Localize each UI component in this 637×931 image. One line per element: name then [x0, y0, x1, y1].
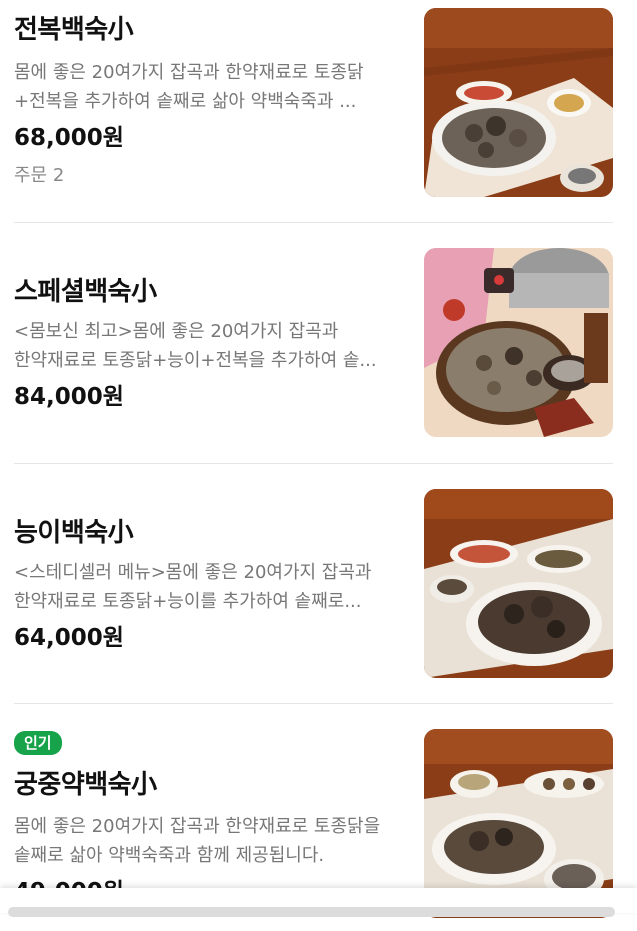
menu-item-abalone-baeksuk[interactable]: 전복백숙小 몸에 좋은 20여가지 잡곡과 한약재료로 토종닭+전복을 추가하여… — [14, 0, 613, 210]
menu-item-name: 궁중약백숙小 — [14, 770, 157, 800]
menu-item-name: 전복백숙小 — [14, 15, 134, 45]
item-divider — [14, 222, 613, 223]
item-divider — [14, 463, 613, 464]
bottom-sheet-handle[interactable] — [8, 907, 615, 917]
abalone-baeksuk-photo[interactable] — [424, 8, 613, 197]
menu-item-name: 능이백숙小 — [14, 518, 134, 548]
popular-badge: 인기 — [14, 731, 62, 755]
neungi-baeksuk-photo[interactable] — [424, 489, 613, 678]
menu-item-name: 스페셜백숙小 — [14, 277, 157, 307]
menu-item-neungi-baeksuk[interactable]: 능이백숙小 <스테디셀러 메뉴>몸에 좋은 20여가지 잡곡과 한약재료로 토종… — [14, 481, 613, 691]
bottom-sheet-bar[interactable] — [0, 888, 637, 917]
special-baeksuk-photo[interactable] — [424, 248, 613, 437]
menu-item-description: <몸보신 최고>몸에 좋은 20여가지 잡곡과 한약재료로 토종닭+능이+전복을… — [14, 321, 377, 371]
order-count: 주문 2 — [14, 165, 65, 186]
menu-item-description: 몸에 좋은 20여가지 잡곡과 한약재료로 토종닭을 솥째로 삶아 약백숙죽과 … — [14, 816, 381, 866]
menu-item-price: 64,000원 — [14, 625, 124, 651]
menu-item-price: 84,000원 — [14, 384, 124, 410]
menu-item-description: 몸에 좋은 20여가지 잡곡과 한약재료로 토종닭+전복을 추가하여 솥째로 삶… — [14, 62, 364, 112]
menu-item-price: 68,000원 — [14, 125, 124, 151]
menu-item-special-baeksuk[interactable]: 스페셜백숙小 <몸보신 최고>몸에 좋은 20여가지 잡곡과 한약재료로 토종닭… — [14, 240, 613, 450]
menu-item-description: <스테디셀러 메뉴>몸에 좋은 20여가지 잡곡과 한약재료로 토종닭+능이를 … — [14, 562, 372, 612]
item-divider — [14, 703, 613, 704]
